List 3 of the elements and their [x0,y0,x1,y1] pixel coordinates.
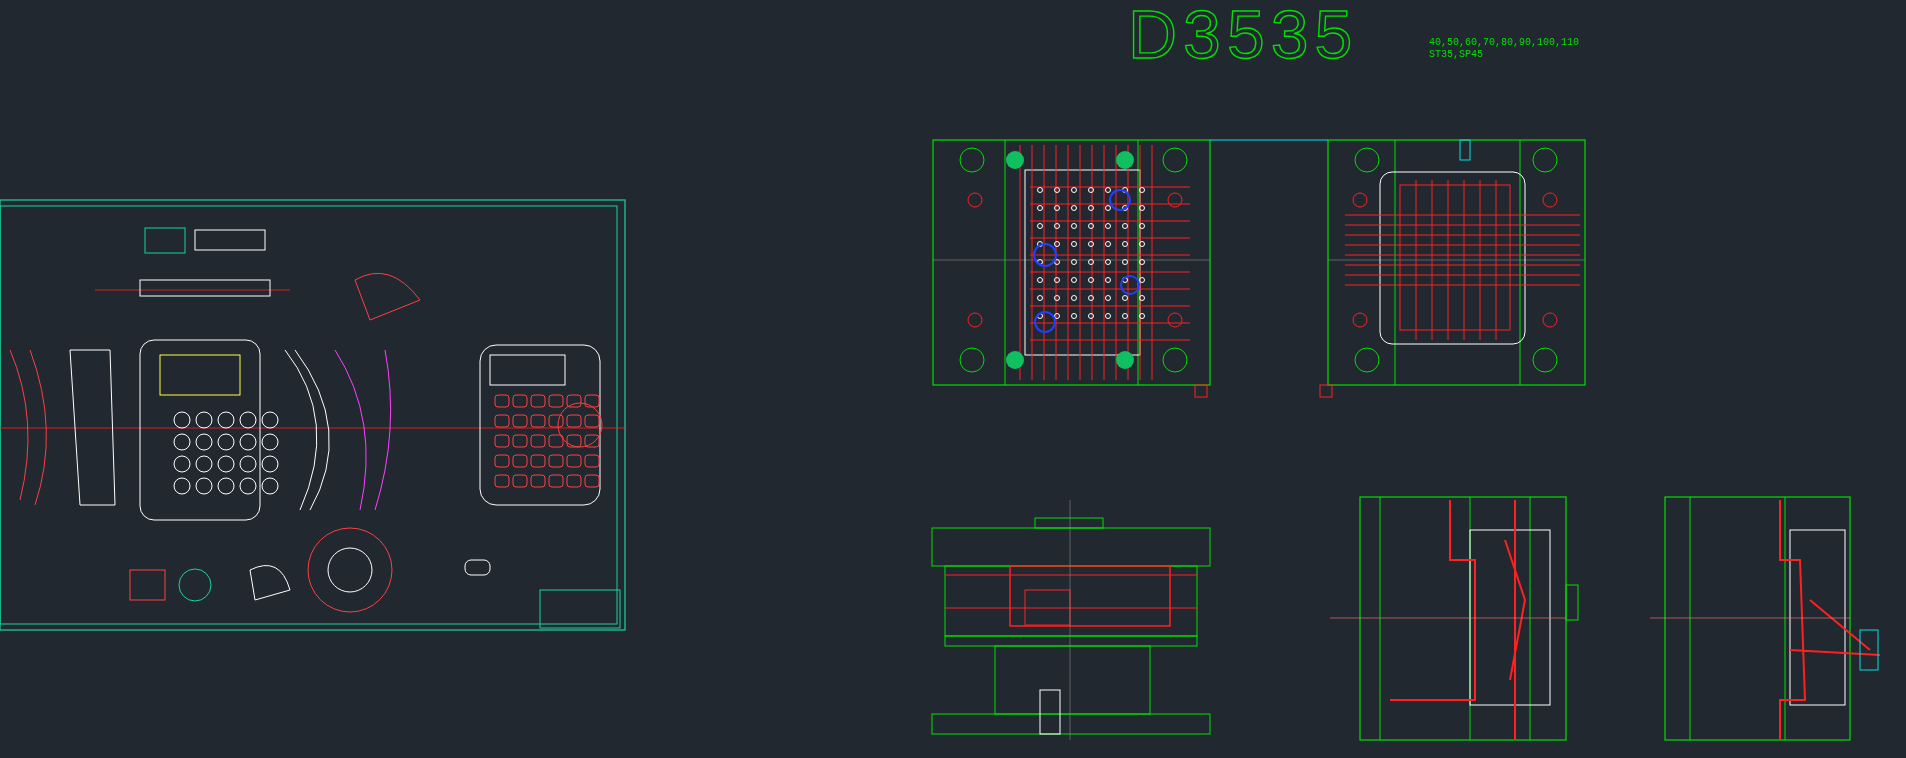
note-text: 40,50,60,70,80,90,100,110 [1429,37,1580,48]
note-text: ST35,SP45 [1429,49,1483,60]
drawing-title: D3535 [1128,0,1359,72]
